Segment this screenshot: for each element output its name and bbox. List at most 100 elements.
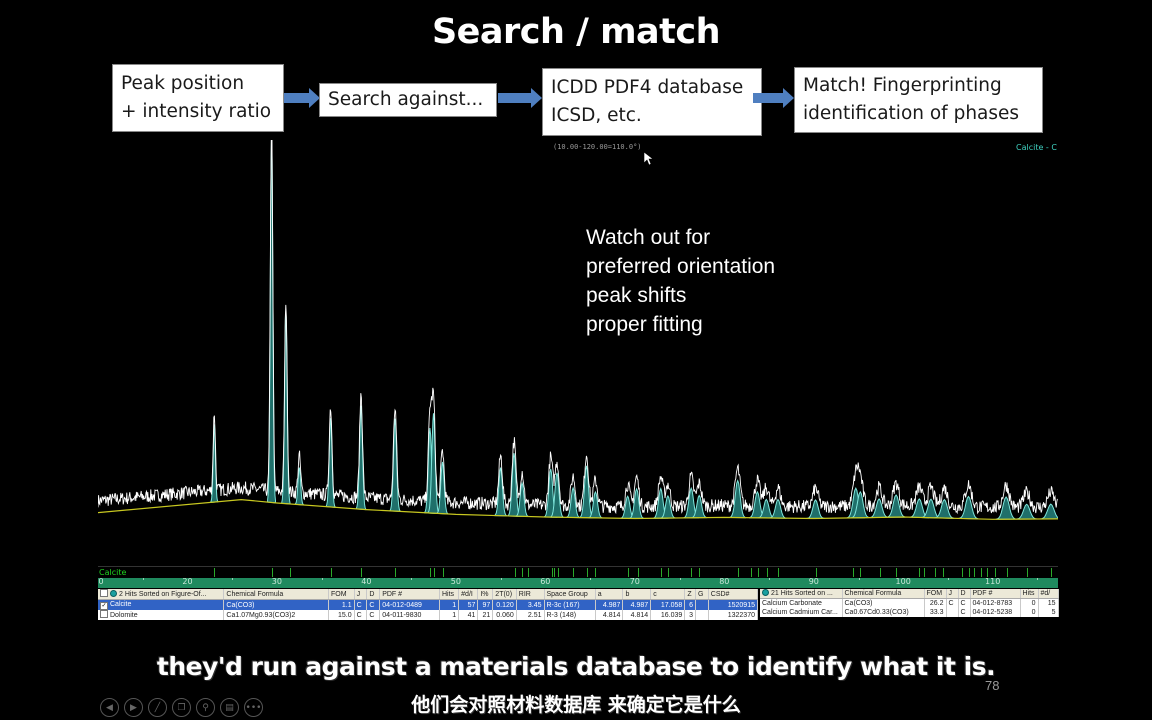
column-header-hits[interactable]: 2 Hits Sorted on Figure-Of... bbox=[98, 589, 225, 600]
select-all-checkbox[interactable] bbox=[100, 589, 108, 597]
axis-tick-label: 60 bbox=[540, 577, 551, 586]
column-header[interactable]: D bbox=[958, 589, 971, 599]
column-header[interactable]: Z bbox=[684, 589, 696, 600]
alternate-results-table[interactable]: 21 Hits Sorted on ... Chemical Formula F… bbox=[760, 589, 1059, 617]
phase-name: Dolomite bbox=[110, 612, 138, 619]
more-icon[interactable]: ••• bbox=[244, 698, 263, 717]
row-checkbox[interactable] bbox=[100, 610, 108, 618]
table-cell: Ca1.07Mg0.93(CO3)2 bbox=[223, 610, 329, 620]
column-header[interactable]: FOM bbox=[328, 589, 355, 600]
table-cell: 3.45 bbox=[516, 599, 545, 610]
phase-stick-tick bbox=[981, 568, 983, 577]
flow-box-search-against: Search against... bbox=[319, 83, 497, 117]
phase-stick-tick bbox=[853, 568, 855, 577]
table-cell: 2.51 bbox=[516, 610, 545, 620]
axis-tick-label: 20 bbox=[182, 577, 193, 586]
table-cell: 1 bbox=[439, 610, 460, 620]
table-cell: 15.0 bbox=[328, 610, 355, 620]
column-header[interactable]: FOM bbox=[924, 589, 947, 599]
column-header[interactable]: Hits bbox=[1020, 589, 1039, 599]
column-header[interactable]: #d/I bbox=[458, 589, 479, 600]
phase-stick-tick bbox=[557, 568, 559, 577]
phase-stick-tick bbox=[962, 568, 964, 577]
view-icon[interactable]: ▤ bbox=[220, 698, 239, 717]
xrd-pattern-plot[interactable] bbox=[98, 140, 1058, 565]
phase-stick-tick bbox=[442, 568, 444, 577]
table-row[interactable]: Calcium Carbonate Ca(CO3) 26.2 C C 04-012-878… bbox=[760, 598, 1059, 608]
search-results-table[interactable]: 2 Hits Sorted on Figure-Of... Chemical F… bbox=[98, 589, 759, 620]
phase-stick-tick bbox=[1007, 568, 1008, 577]
table-cell: 04-011-9830 bbox=[379, 610, 440, 620]
phase-stick-tick bbox=[919, 568, 921, 577]
next-icon[interactable]: ▶ bbox=[124, 698, 143, 717]
column-header[interactable]: I% bbox=[477, 589, 494, 600]
table-cell: R-3c (167) bbox=[544, 599, 596, 610]
two-theta-axis[interactable]: 0 20 30 40 50 60 70 80 90 100 110 bbox=[98, 577, 1058, 588]
column-header[interactable]: J bbox=[946, 589, 959, 599]
flow-box-line: Peak position bbox=[121, 73, 245, 94]
slides-icon[interactable]: ❐ bbox=[172, 698, 191, 717]
table-cell: C bbox=[354, 610, 368, 620]
table-cell: 3 bbox=[684, 610, 696, 620]
fitted-peak-116.5 bbox=[1040, 503, 1058, 520]
table-cell: C bbox=[946, 598, 959, 608]
table-cell: 33.3 bbox=[924, 608, 947, 617]
column-header[interactable]: RIR bbox=[516, 589, 545, 600]
column-header[interactable]: CSD# bbox=[708, 589, 759, 600]
column-header[interactable]: D bbox=[366, 589, 381, 600]
phase-stick-bar[interactable]: Calcite bbox=[98, 566, 1058, 578]
column-header[interactable]: Space Group bbox=[544, 589, 596, 600]
table-cell: 1520915 bbox=[708, 599, 759, 610]
column-header[interactable]: b bbox=[622, 589, 652, 600]
row-checkbox[interactable]: ✓ bbox=[100, 602, 108, 610]
table-cell: Ca(CO3) bbox=[842, 598, 925, 608]
table-cell: 16.039 bbox=[650, 610, 686, 620]
column-header[interactable]: PDF # bbox=[379, 589, 440, 600]
phase-stick-tick bbox=[737, 568, 739, 577]
table-row[interactable]: Dolomite Ca1.07Mg0.93(CO3)2 15.0 C C 04-011-9… bbox=[98, 610, 759, 620]
table-cell: 0 bbox=[1020, 608, 1039, 617]
flow-box-line: ICDD PDF4 database bbox=[551, 77, 744, 98]
phase-stick-tick bbox=[429, 568, 431, 577]
phase-stick-tick bbox=[361, 568, 362, 577]
flow-box-database: ICDD PDF4 database ICSD, etc. bbox=[542, 68, 762, 136]
column-header-hits[interactable]: 21 Hits Sorted on ... bbox=[760, 589, 843, 599]
column-header[interactable]: PDF # bbox=[970, 589, 1021, 599]
note-line: preferred orientation bbox=[586, 255, 776, 278]
table-cell: 97 bbox=[477, 599, 494, 610]
flow-arrow-icon bbox=[284, 88, 320, 108]
column-header[interactable]: 2T(0) bbox=[492, 589, 517, 600]
table-cell: 4.987 bbox=[622, 599, 652, 610]
axis-tick-label: 70 bbox=[629, 577, 640, 586]
phase-name-cell: Calcium Carbonate bbox=[760, 598, 843, 608]
axis-tick-label: 80 bbox=[719, 577, 730, 586]
column-header[interactable]: Chemical Formula bbox=[842, 589, 925, 599]
zoom-icon[interactable]: ⚲ bbox=[196, 698, 215, 717]
flow-box-peak-position: Peak position + intensity ratio bbox=[112, 64, 284, 132]
column-header[interactable]: J bbox=[354, 589, 368, 600]
column-header[interactable]: #d/ bbox=[1038, 589, 1059, 599]
flow-box-match: Match! Fingerprinting identification of … bbox=[794, 67, 1043, 133]
column-header[interactable]: G bbox=[695, 589, 709, 600]
table-cell: 57 bbox=[458, 599, 479, 610]
pen-icon[interactable]: ╱ bbox=[148, 698, 167, 717]
table-row[interactable]: ✓ Calcite Ca(CO3) 1.1 C C 04-012-0489 1 57 97 0.12… bbox=[98, 599, 759, 610]
axis-minor-tick bbox=[858, 578, 860, 580]
phase-name-cell[interactable]: Dolomite bbox=[98, 610, 225, 620]
phase-name-cell[interactable]: ✓ Calcite bbox=[98, 599, 225, 610]
table-cell: Ca0.67Cd0.33(CO3) bbox=[842, 608, 925, 617]
table-cell: C bbox=[958, 598, 971, 608]
table-cell: 04-012-5238 bbox=[970, 608, 1021, 617]
axis-tick-label: 30 bbox=[271, 577, 282, 586]
previous-icon[interactable]: ◀ bbox=[100, 698, 119, 717]
flow-arrow-icon bbox=[498, 88, 542, 108]
note-line: proper fitting bbox=[586, 313, 703, 336]
table-row[interactable]: Calcium Cadmium Car... Ca0.67Cd0.33(CO3) 3… bbox=[760, 608, 1059, 617]
column-header[interactable]: Chemical Formula bbox=[223, 589, 329, 600]
column-header[interactable]: Hits bbox=[439, 589, 460, 600]
phase-stick-tick bbox=[573, 568, 575, 577]
phase-stick-tick bbox=[554, 568, 556, 577]
fitted-peak-65.6 bbox=[588, 490, 603, 519]
column-header[interactable]: a bbox=[595, 589, 624, 600]
column-header[interactable]: c bbox=[650, 589, 686, 600]
